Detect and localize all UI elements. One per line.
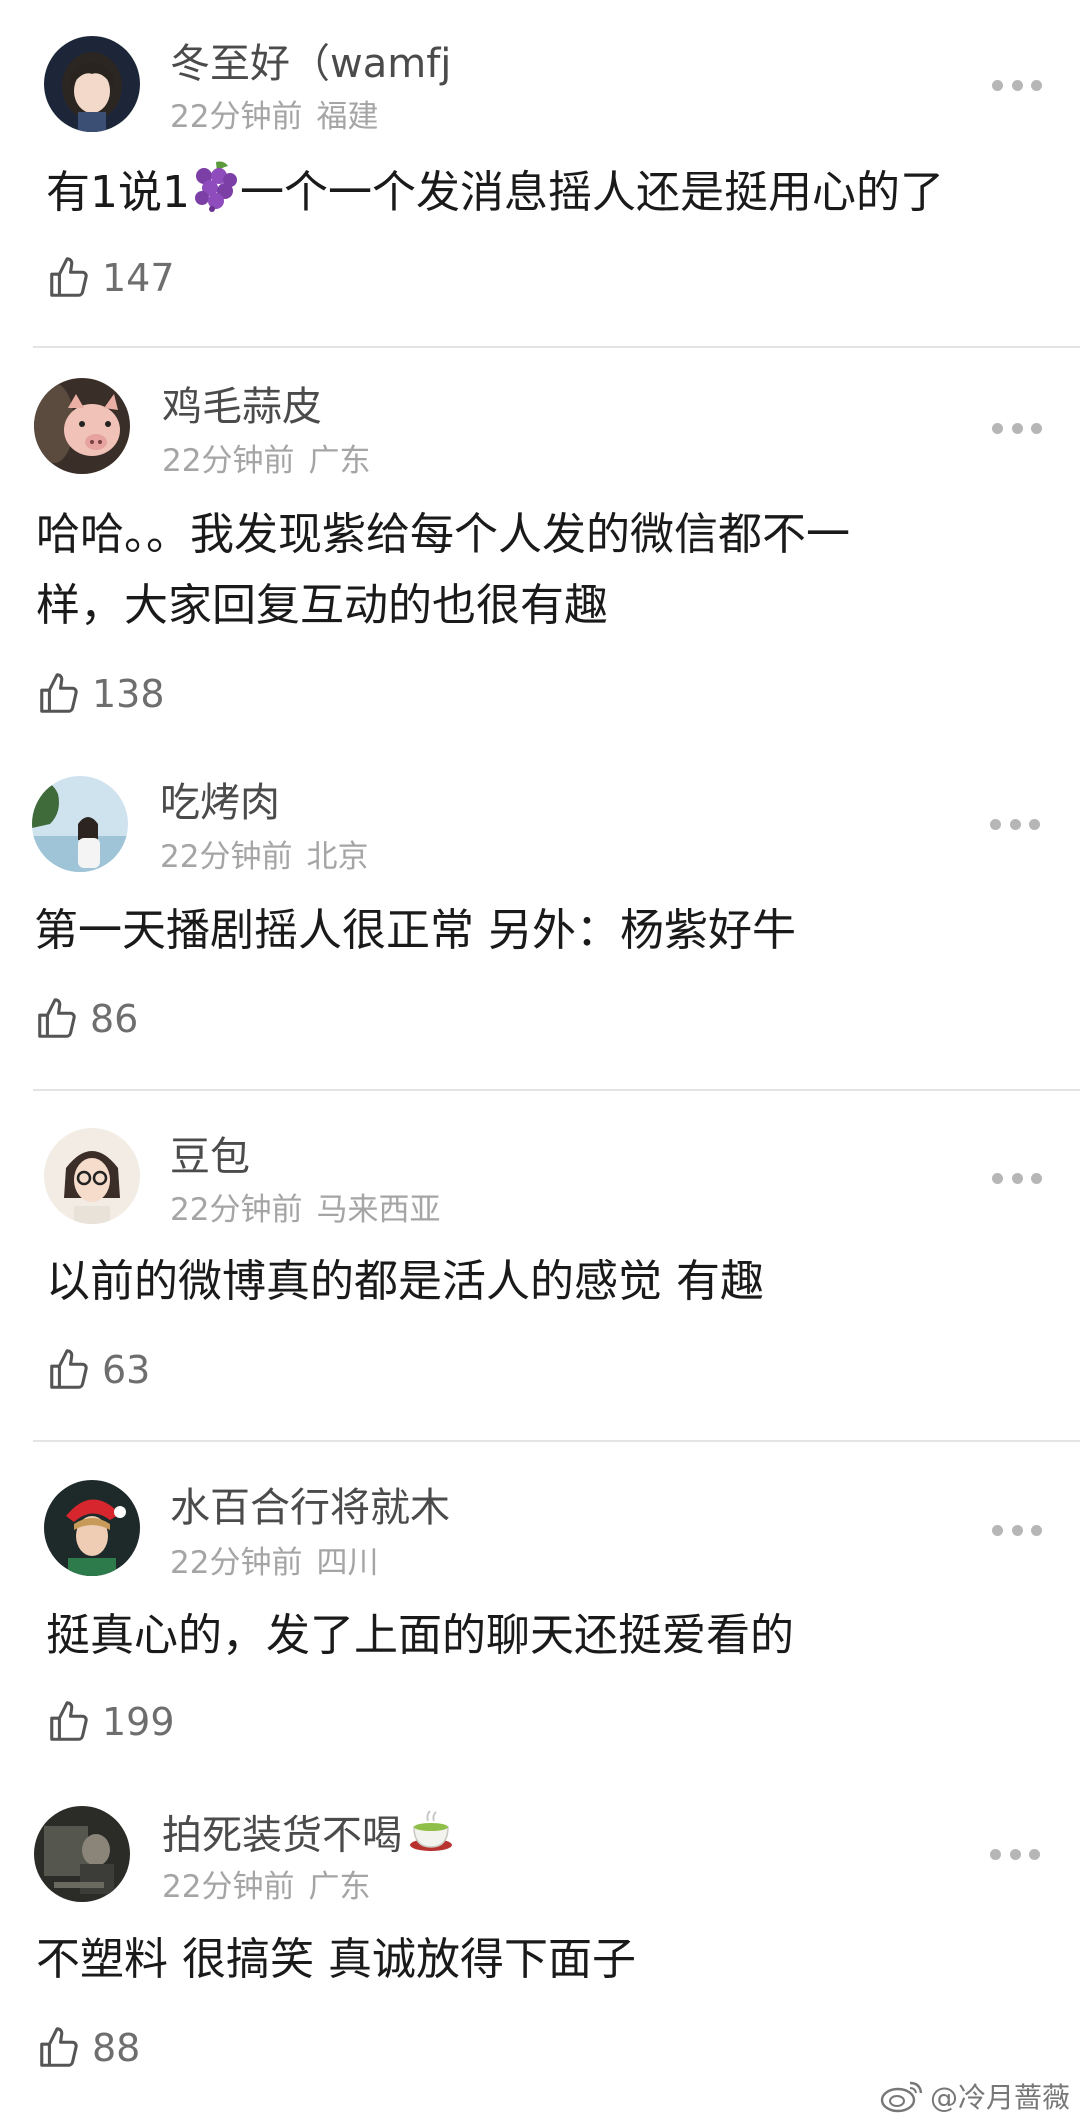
avatar[interactable] bbox=[32, 776, 128, 872]
divider bbox=[33, 1440, 1080, 1442]
comment-time: 22分钟前 bbox=[162, 443, 295, 479]
thumbs-up-icon bbox=[34, 996, 80, 1042]
like-button[interactable]: 147 bbox=[46, 252, 175, 304]
more-dots-icon[interactable] bbox=[990, 1847, 1040, 1861]
comment-time: 22分钟前 bbox=[160, 839, 293, 875]
like-count: 63 bbox=[102, 1348, 151, 1392]
divider bbox=[33, 1089, 1080, 1091]
comment-location: 福建 bbox=[316, 99, 379, 135]
like-count: 138 bbox=[92, 672, 165, 716]
like-count: 199 bbox=[102, 1700, 175, 1744]
more-dots-icon[interactable] bbox=[992, 1171, 1042, 1185]
weibo-logo-icon bbox=[880, 2079, 924, 2117]
avatar[interactable] bbox=[44, 36, 140, 132]
like-button[interactable]: 199 bbox=[46, 1696, 175, 1748]
thumbs-up-icon bbox=[36, 2025, 82, 2071]
comment-username[interactable]: 水百合行将就木 bbox=[170, 1484, 450, 1532]
comment-text: 样，大家回复互动的也很有趣 bbox=[36, 580, 608, 631]
comment-text: 以前的微博真的都是活人的感觉 有趣 bbox=[46, 1256, 764, 1307]
like-button[interactable]: 88 bbox=[36, 2022, 140, 2074]
thumbs-up-icon bbox=[46, 1699, 92, 1745]
avatar[interactable] bbox=[34, 1806, 130, 1902]
comment-text: 第一天播剧摇人很正常 另外：杨紫好牛 bbox=[34, 905, 796, 956]
avatar[interactable] bbox=[34, 378, 130, 474]
comment-location: 四川 bbox=[316, 1545, 379, 1581]
avatar[interactable] bbox=[44, 1128, 140, 1224]
more-dots-icon[interactable] bbox=[992, 421, 1042, 435]
comment-meta: 22分钟前 北京 bbox=[160, 837, 368, 877]
comment-username[interactable]: 豆包 bbox=[170, 1133, 250, 1181]
tea-emoji bbox=[408, 1809, 454, 1866]
like-button[interactable]: 63 bbox=[46, 1344, 150, 1396]
comment-text: 不塑料 很搞笑 真诚放得下面子 bbox=[36, 1934, 636, 1985]
comment-username[interactable]: 冬至好（wamfj bbox=[170, 40, 451, 88]
like-count: 88 bbox=[92, 2026, 141, 2070]
comment-text: 有1说1 一个一个发消息摇人还是挺用心的了 bbox=[46, 160, 944, 230]
comment-username[interactable]: 拍死装货不喝 bbox=[162, 1809, 454, 1866]
comment-location: 广东 bbox=[308, 1869, 371, 1905]
comment-meta: 22分钟前 四川 bbox=[170, 1543, 378, 1583]
avatar[interactable] bbox=[44, 1480, 140, 1576]
comment-time: 22分钟前 bbox=[162, 1869, 295, 1905]
comment-location: 马来西亚 bbox=[316, 1192, 441, 1228]
thumbs-up-icon bbox=[46, 1347, 92, 1393]
divider bbox=[33, 346, 1080, 348]
comment-location: 北京 bbox=[306, 839, 369, 875]
comment-meta: 22分钟前 广东 bbox=[162, 441, 370, 481]
watermark: @冷月蔷薇 bbox=[880, 2078, 1070, 2118]
comment-time: 22分钟前 bbox=[170, 1545, 303, 1581]
watermark-text: @冷月蔷薇 bbox=[930, 2081, 1071, 2114]
comment-meta: 22分钟前 广东 bbox=[162, 1867, 370, 1907]
comment-time: 22分钟前 bbox=[170, 1192, 303, 1228]
thumbs-up-icon bbox=[46, 255, 92, 301]
comment-username[interactable]: 吃烤肉 bbox=[160, 779, 280, 827]
comment-text: 挺真心的，发了上面的聊天还挺爱看的 bbox=[46, 1610, 794, 1661]
more-dots-icon[interactable] bbox=[990, 817, 1040, 831]
like-button[interactable]: 86 bbox=[34, 993, 138, 1045]
like-count: 147 bbox=[102, 256, 175, 300]
more-dots-icon[interactable] bbox=[992, 1523, 1042, 1537]
comment-time: 22分钟前 bbox=[170, 99, 303, 135]
comment-text: 哈哈。。我发现紫给每个人发的微信都不一 bbox=[36, 509, 850, 560]
comment-meta: 22分钟前 福建 bbox=[170, 97, 378, 137]
like-count: 86 bbox=[90, 997, 139, 1041]
comment-username[interactable]: 鸡毛蒜皮 bbox=[162, 383, 322, 431]
like-button[interactable]: 138 bbox=[36, 668, 165, 720]
comment-meta: 22分钟前 马来西亚 bbox=[170, 1190, 440, 1230]
thumbs-up-icon bbox=[36, 671, 82, 717]
comment-location: 广东 bbox=[308, 443, 371, 479]
grape-emoji bbox=[190, 160, 240, 230]
more-dots-icon[interactable] bbox=[992, 78, 1042, 92]
